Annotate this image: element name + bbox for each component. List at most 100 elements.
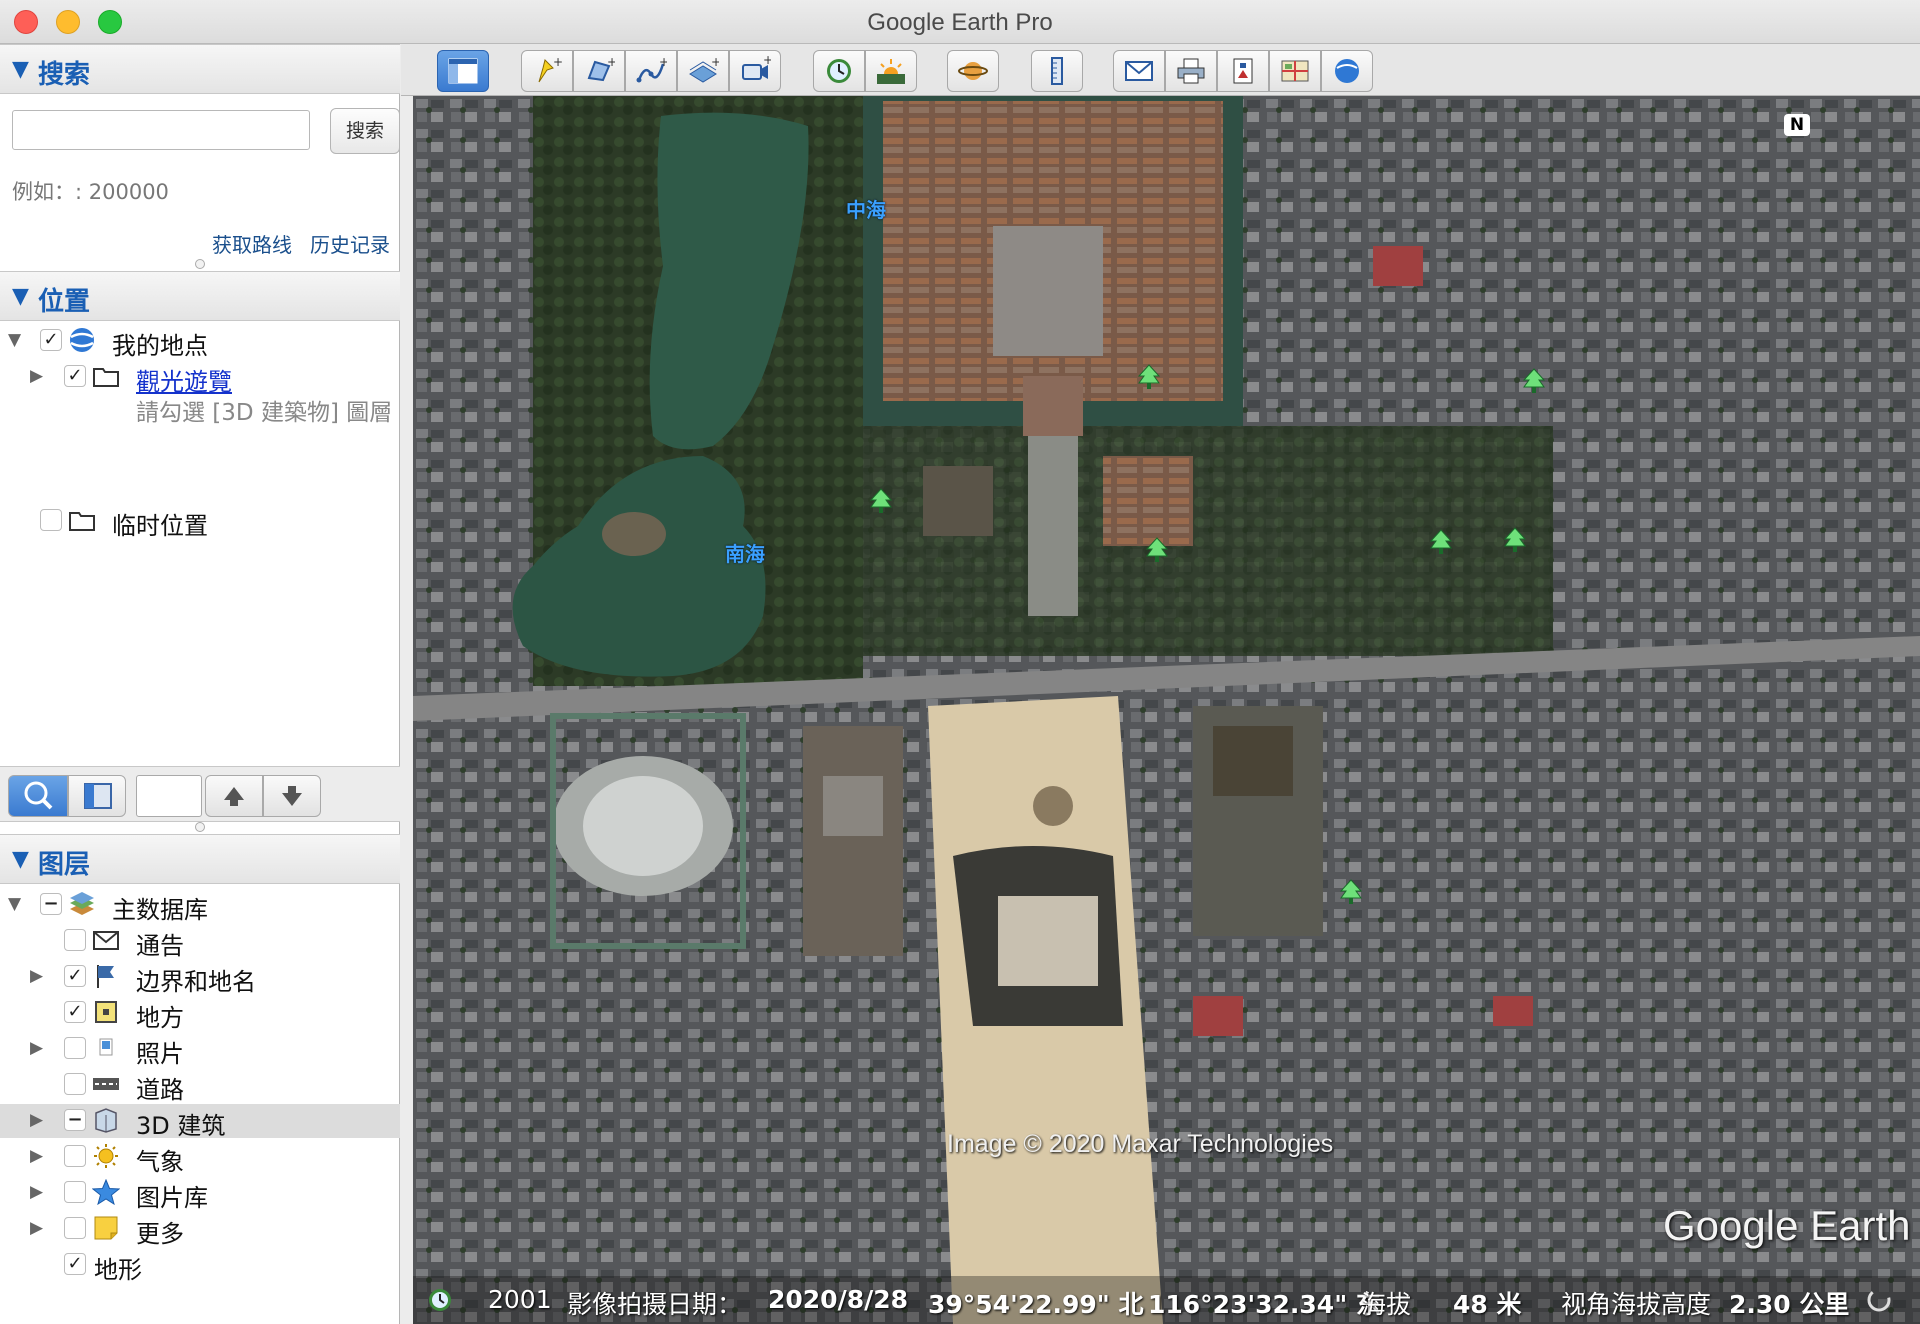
layer-checkbox[interactable]: ✓ xyxy=(64,965,86,987)
collapsed-arrow-icon[interactable]: ▶ xyxy=(30,366,43,386)
my-places-checkbox[interactable]: ✓ xyxy=(40,329,62,351)
search-example: 例如：: 200000 xyxy=(12,180,169,204)
search-places-button[interactable] xyxy=(8,775,68,817)
layer-checkbox[interactable] xyxy=(64,929,86,951)
toggle-panel-button[interactable] xyxy=(68,775,126,817)
layer-checkbox[interactable] xyxy=(64,1181,86,1203)
tree-marker-icon[interactable] xyxy=(869,488,893,514)
layer-row-borders[interactable]: ▶ ✓ 边界和地名 xyxy=(0,960,400,996)
save-image-button[interactable] xyxy=(1217,50,1269,92)
sidebar-toggle-button[interactable] xyxy=(437,50,489,92)
layer-checkbox[interactable] xyxy=(64,1217,86,1239)
layer-label: 主数据库 xyxy=(112,896,208,924)
layer-row-more[interactable]: ▶ 更多 xyxy=(0,1212,400,1248)
layer-label: 通告 xyxy=(136,932,184,960)
places-filter-field[interactable] xyxy=(136,775,202,817)
add-polygon-button[interactable]: + xyxy=(573,50,625,92)
get-route-link[interactable]: 获取路线 xyxy=(212,229,292,258)
layer-row-weather[interactable]: ▶ 气象 xyxy=(0,1140,400,1176)
tree-row-my-places[interactable]: ▼ ✓ 我的地点 xyxy=(0,324,400,360)
move-up-button[interactable] xyxy=(205,775,263,817)
sunlight-button[interactable] xyxy=(865,50,917,92)
layer-row-places[interactable]: ✓ 地方 xyxy=(0,996,400,1032)
layer-row-primary-db[interactable]: ▼ − 主数据库 xyxy=(0,888,400,924)
north-compass[interactable]: N xyxy=(1784,114,1810,136)
layer-row-gallery[interactable]: ▶ 图片库 xyxy=(0,1176,400,1212)
collapsed-arrow-icon[interactable]: ▶ xyxy=(30,1110,43,1130)
layers-section-header[interactable]: ▼ 图层 xyxy=(0,834,400,884)
layer-row-terrain[interactable]: ✓ 地形 xyxy=(0,1248,400,1284)
tree-row-temp-places[interactable]: 临时位置 xyxy=(0,504,400,540)
expanded-arrow-icon[interactable]: ▼ xyxy=(8,894,21,914)
email-button[interactable] xyxy=(1113,50,1165,92)
ruler-button[interactable] xyxy=(1031,50,1083,92)
layer-checkbox[interactable] xyxy=(64,1037,86,1059)
collapsed-arrow-icon[interactable]: ▶ xyxy=(30,966,43,986)
tour-link[interactable]: 觀光遊覽 xyxy=(136,362,232,397)
search-header-label: 搜索 xyxy=(38,60,91,90)
flag-icon xyxy=(92,963,120,989)
panel-icon xyxy=(84,783,112,809)
splitter-handle[interactable] xyxy=(195,259,205,269)
imagery-year[interactable]: 2001 xyxy=(488,1285,552,1314)
layer-row-photos[interactable]: ▶ 照片 xyxy=(0,1032,400,1068)
expanded-arrow-icon[interactable]: ▼ xyxy=(8,330,21,350)
layer-checkbox[interactable] xyxy=(64,1073,86,1095)
historical-imagery-button[interactable] xyxy=(813,50,865,92)
layer-row-roads[interactable]: 道路 xyxy=(0,1068,400,1104)
record-tour-button[interactable]: + xyxy=(729,50,781,92)
layer-checkbox[interactable]: ✓ xyxy=(64,1001,86,1023)
print-button[interactable] xyxy=(1165,50,1217,92)
map-view[interactable]: 中海 南海 N Image © 2020 Maxar Technologies … xyxy=(413,96,1920,1324)
collapsed-arrow-icon[interactable]: ▶ xyxy=(30,1146,43,1166)
tree-marker-icon[interactable] xyxy=(1145,537,1169,563)
historical-clock-icon[interactable] xyxy=(427,1287,453,1313)
layer-row-notices[interactable]: 通告 xyxy=(0,924,400,960)
add-path-button[interactable]: + xyxy=(625,50,677,92)
svg-text:+: + xyxy=(659,56,667,69)
envelope-icon xyxy=(1125,61,1153,81)
layer-row-3d-buildings[interactable]: ▶ − 3D 建筑 xyxy=(0,1104,400,1140)
history-link[interactable]: 历史记录 xyxy=(310,229,390,258)
view-in-maps-button[interactable] xyxy=(1269,50,1321,92)
layer-checkbox-partial[interactable]: − xyxy=(40,893,62,915)
loading-spinner-icon xyxy=(1867,1288,1891,1312)
my-places-label: 我的地点 xyxy=(112,332,208,360)
temp-places-checkbox[interactable] xyxy=(40,509,62,531)
collapsed-arrow-icon[interactable]: ▶ xyxy=(30,1182,43,1202)
search-input[interactable] xyxy=(12,110,310,150)
add-image-overlay-button[interactable]: + xyxy=(677,50,729,92)
arrow-down-icon xyxy=(282,786,302,806)
switch-planet-button[interactable] xyxy=(947,50,999,92)
layer-label: 图片库 xyxy=(136,1184,208,1212)
building-3d-icon xyxy=(92,1107,120,1133)
tree-marker-icon[interactable] xyxy=(1429,529,1453,555)
tour-checkbox[interactable]: ✓ xyxy=(64,365,86,387)
collapsed-arrow-icon[interactable]: ▶ xyxy=(30,1038,43,1058)
places-section-header[interactable]: ▼ 位置 xyxy=(0,271,400,321)
add-placemark-button[interactable]: + xyxy=(521,50,573,92)
layer-checkbox-partial[interactable]: − xyxy=(64,1109,86,1131)
collapsed-arrow-icon[interactable]: ▶ xyxy=(30,1218,43,1238)
layers-header-label: 图层 xyxy=(38,850,91,880)
google-earth-community-button[interactable] xyxy=(1321,50,1373,92)
envelope-icon xyxy=(92,927,120,953)
map-label-nanhai[interactable]: 南海 xyxy=(725,538,765,567)
globe-icon xyxy=(1335,59,1359,83)
svg-text:+: + xyxy=(763,56,771,67)
tree-marker-icon[interactable] xyxy=(1339,879,1363,905)
layer-checkbox[interactable]: ✓ xyxy=(64,1253,86,1275)
tree-marker-icon[interactable] xyxy=(1137,364,1161,390)
search-button[interactable]: 搜索 xyxy=(330,108,400,154)
tree-row-tour[interactable]: ▶ ✓ 觀光遊覽 xyxy=(0,360,400,397)
status-bar: 2001 影像拍摄日期： 2020/8/28 39°54'22.99" 北 11… xyxy=(413,1276,1920,1324)
move-down-button[interactable] xyxy=(263,775,321,817)
map-label-zhonghai[interactable]: 中海 xyxy=(846,194,886,223)
splitter-handle[interactable] xyxy=(195,822,205,832)
layer-checkbox[interactable] xyxy=(64,1145,86,1167)
tree-marker-icon[interactable] xyxy=(1522,368,1546,394)
search-section-header[interactable]: ▼ 搜索 xyxy=(0,44,400,94)
tree-marker-icon[interactable] xyxy=(1503,527,1527,553)
sunrise-icon xyxy=(877,59,905,84)
longitude: 116°23'32.34" 东 xyxy=(1148,1290,1381,1319)
